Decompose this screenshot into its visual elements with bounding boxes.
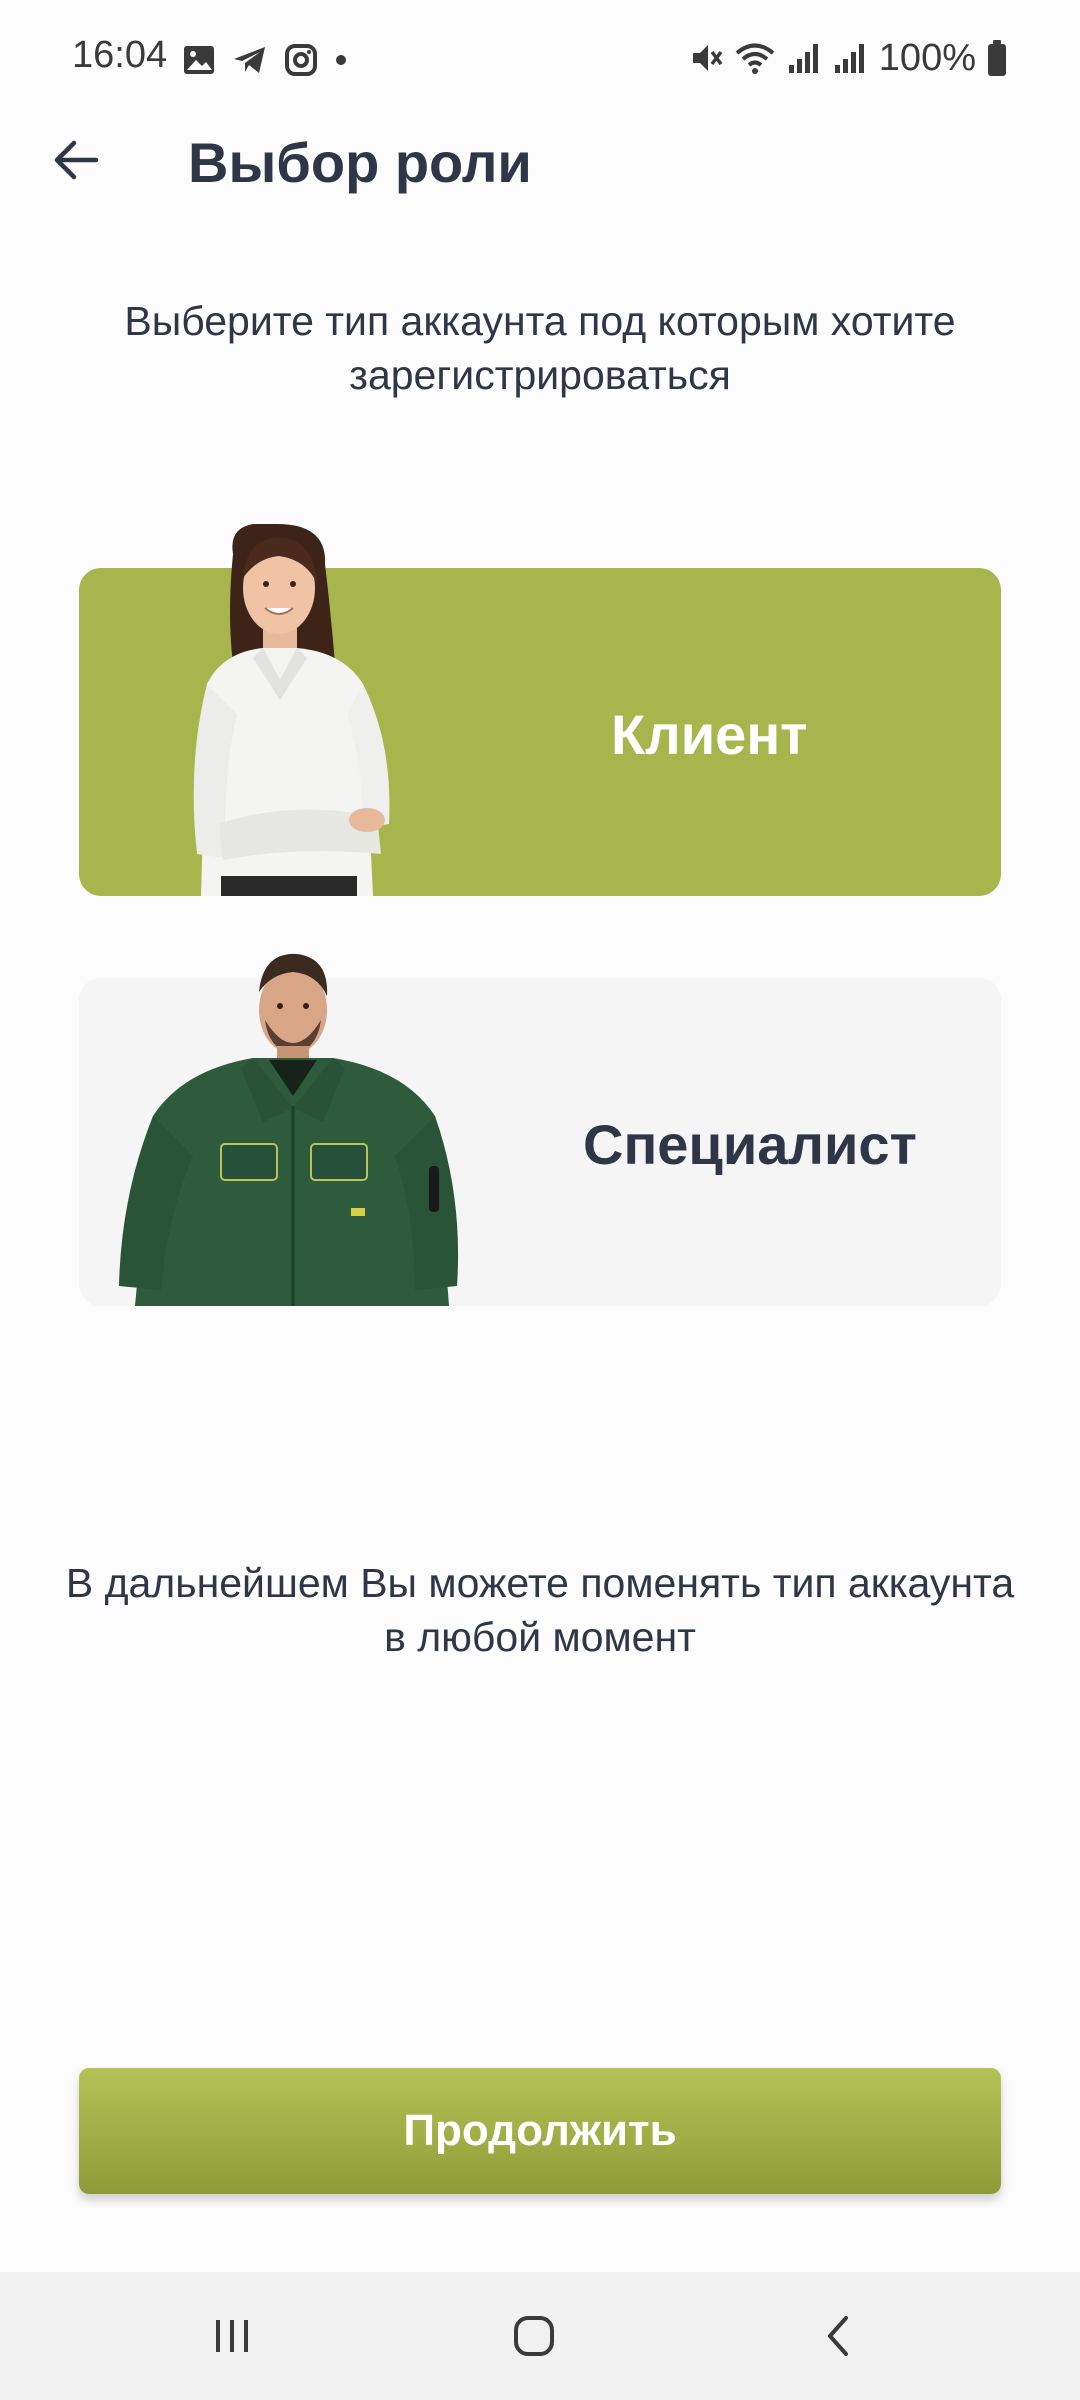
info-text: В дальнейшем Вы можете поменять тип акка… xyxy=(65,1560,1015,1660)
notification-icons xyxy=(182,40,348,80)
recent-apps-button[interactable] xyxy=(182,2296,282,2376)
image-icon xyxy=(184,46,214,74)
mute-icon xyxy=(692,45,723,71)
role-label-specialist: Специалист xyxy=(583,1113,917,1176)
wifi-icon xyxy=(735,43,775,74)
system-back-button[interactable] xyxy=(788,2296,888,2376)
status-time: 16:04 xyxy=(72,34,168,76)
continue-button[interactable]: Продолжить xyxy=(79,2068,1001,2194)
role-label-client: Клиент xyxy=(611,703,808,766)
role-card-client[interactable]: Клиент xyxy=(79,524,1001,896)
instagram-icon xyxy=(285,44,317,76)
telegram-icon xyxy=(234,47,265,73)
home-icon xyxy=(514,2316,554,2356)
page-title: Выбор роли xyxy=(188,131,532,194)
arrow-left-icon xyxy=(54,140,99,180)
signal-icon xyxy=(834,44,864,73)
specialist-man-image xyxy=(119,953,459,1306)
client-woman-image xyxy=(193,524,390,896)
role-card-specialist[interactable]: Специалист xyxy=(79,953,1001,1306)
home-button[interactable] xyxy=(484,2296,584,2376)
battery-icon xyxy=(988,40,1006,76)
navigation-bar xyxy=(0,2272,1080,2400)
battery-percent: 100% xyxy=(878,36,976,79)
back-icon xyxy=(828,2316,848,2356)
signal-icon xyxy=(788,44,818,73)
status-bar: 16:04 100% xyxy=(0,0,1080,120)
recent-apps-icon xyxy=(216,2320,248,2352)
subtitle-text: Выберите тип аккаунта под которым хотите… xyxy=(124,298,956,398)
system-status: 100% xyxy=(689,34,1008,82)
dot-icon xyxy=(336,55,346,65)
back-button[interactable] xyxy=(40,124,112,196)
